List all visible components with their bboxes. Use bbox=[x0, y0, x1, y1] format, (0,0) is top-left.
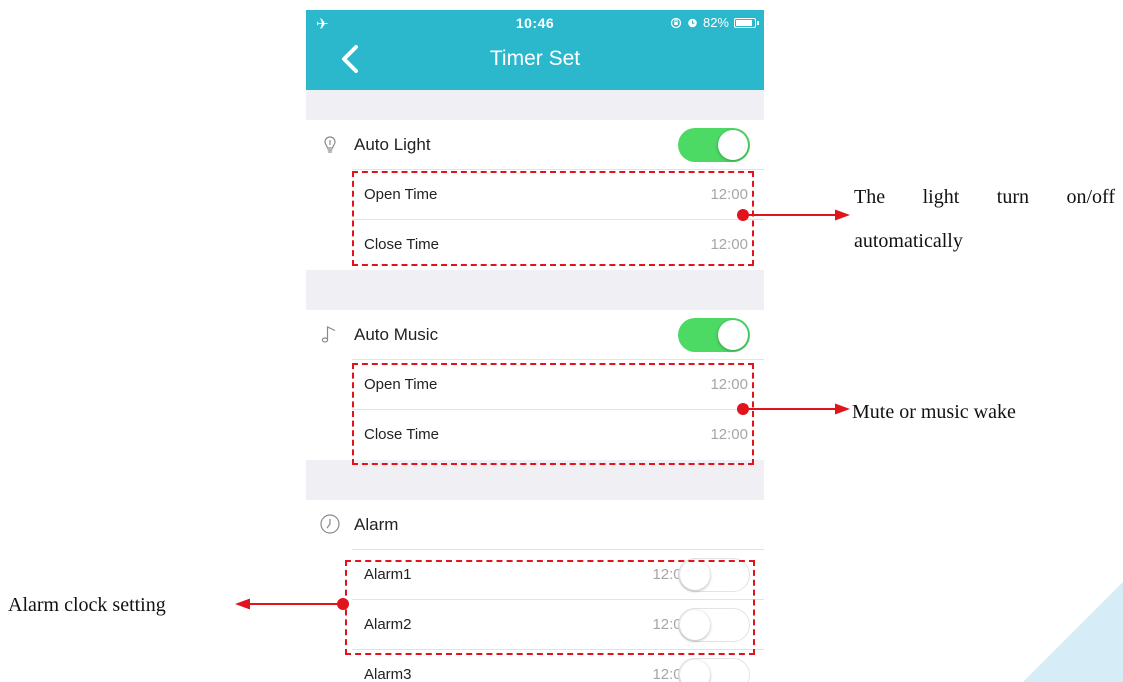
tutorial-figure: ✈ 10:46 82% Timer Set Auto Light Open Ti… bbox=[0, 0, 1123, 682]
light-annotation-line2: automatically bbox=[854, 230, 963, 252]
music-annotation: Mute or music wake bbox=[852, 401, 1016, 423]
corner-decoration bbox=[1023, 582, 1123, 682]
alarm-annotation: Alarm clock setting bbox=[8, 594, 166, 616]
light-annotation-line1: The light turn on/off bbox=[854, 186, 1115, 208]
annotation-arrows bbox=[235, 209, 850, 610]
light-arrow bbox=[737, 209, 850, 221]
alarm-arrow bbox=[235, 598, 349, 610]
music-arrow bbox=[737, 403, 850, 415]
